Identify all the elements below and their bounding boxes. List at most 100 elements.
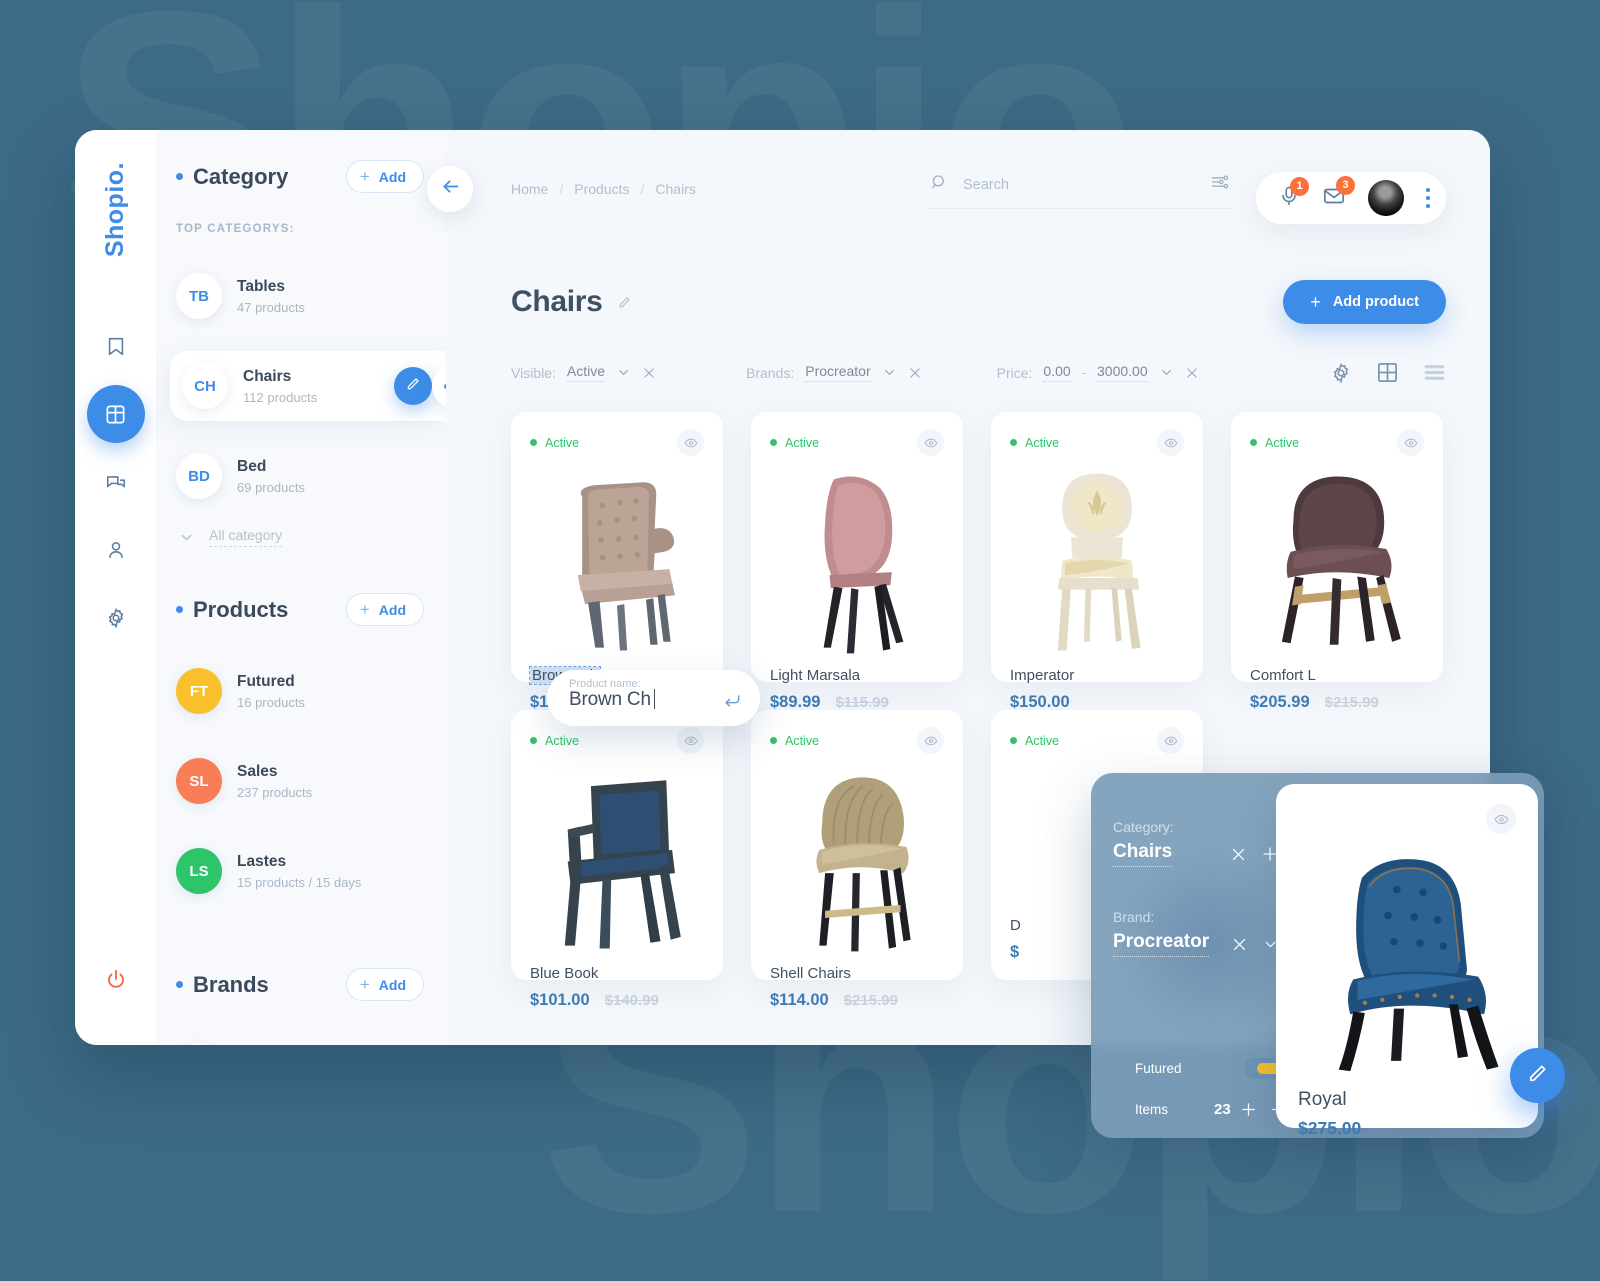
overlay-product-card[interactable]: Royal $275.00 xyxy=(1276,784,1565,1138)
add-product-group-button[interactable]: + Add xyxy=(345,593,424,626)
filter-visible-value[interactable]: Active xyxy=(566,363,606,382)
products-item-futured[interactable]: FT Futured 16 products xyxy=(156,656,446,726)
remove-category-icon[interactable] xyxy=(1230,846,1247,863)
breadcrumb-chairs[interactable]: Chairs xyxy=(655,181,695,197)
enter-key-icon[interactable] xyxy=(722,691,742,711)
filter-price-min[interactable]: 0.00 xyxy=(1043,363,1071,382)
category-item-count: 47 products xyxy=(237,299,305,315)
preview-button[interactable] xyxy=(917,429,944,456)
view-settings-icon[interactable] xyxy=(1330,362,1352,384)
grid-view-icon[interactable] xyxy=(1376,361,1399,384)
preview-button[interactable] xyxy=(1157,429,1184,456)
product-price: $ xyxy=(1010,943,1020,961)
all-category-toggle[interactable]: All category xyxy=(156,527,446,547)
mail-button[interactable]: 3 xyxy=(1322,175,1355,213)
edit-category-button[interactable] xyxy=(394,367,432,405)
products-title-text: Products xyxy=(193,596,289,622)
increment-items-icon[interactable] xyxy=(1240,1101,1257,1118)
add-category-button[interactable]: + Add xyxy=(345,160,424,193)
status-badge: Active xyxy=(770,734,819,748)
remove-brand-icon[interactable] xyxy=(1231,936,1248,953)
product-old-price: $215.99 xyxy=(1324,694,1379,711)
add-brand-button[interactable]: + Add xyxy=(345,968,424,1001)
brands-item-procreator[interactable]: PR Procreator 94 products xyxy=(156,1031,446,1045)
chevron-down-icon[interactable] xyxy=(1159,365,1174,380)
product-price: $205.99 xyxy=(1250,693,1310,711)
category-item-count: 112 products xyxy=(243,389,318,405)
clear-brands-filter-icon[interactable] xyxy=(908,366,922,380)
price-row: $275.00 xyxy=(1298,1118,1516,1139)
filter-price-max[interactable]: 3000.00 xyxy=(1097,363,1148,382)
product-name-editor[interactable]: Product name: Brown Ch xyxy=(547,670,760,726)
product-card[interactable]: Active xyxy=(751,412,963,711)
category-initials: CH xyxy=(182,363,228,409)
rail-item-dashboard[interactable] xyxy=(86,385,145,444)
rail-item-settings[interactable] xyxy=(87,589,145,647)
search-input[interactable] xyxy=(963,176,1196,193)
status-badge: Active xyxy=(530,436,579,450)
pencil-icon xyxy=(1526,1062,1549,1090)
product-name[interactable]: Shell Chairs xyxy=(770,965,944,982)
preview-button[interactable] xyxy=(677,429,704,456)
category-item-chairs[interactable]: CH Chairs 112 products xyxy=(170,351,446,421)
add-product-button[interactable]: + Add product xyxy=(1283,280,1446,324)
rail-item-logout[interactable] xyxy=(87,951,145,1009)
status-badge: Active xyxy=(1010,734,1059,748)
product-card[interactable]: Active xyxy=(991,412,1203,711)
product-name[interactable]: Blue Book xyxy=(530,965,704,982)
chevron-down-icon[interactable] xyxy=(616,365,631,380)
preview-button[interactable] xyxy=(1157,727,1184,754)
product-card[interactable]: Active xyxy=(511,412,723,711)
breadcrumb-home[interactable]: Home xyxy=(511,181,548,197)
search-bar[interactable] xyxy=(930,172,1230,209)
edit-title-icon[interactable] xyxy=(617,295,632,310)
rail-item-profile[interactable] xyxy=(87,521,145,579)
product-card[interactable]: Active xyxy=(511,710,723,1009)
brand-logo: Shopio. xyxy=(101,162,129,258)
product-name[interactable]: Imperator xyxy=(1010,667,1184,684)
chevron-down-icon[interactable] xyxy=(882,365,897,380)
plus-icon: + xyxy=(359,975,370,994)
products-item-sales[interactable]: SL Sales 237 products xyxy=(156,746,446,816)
product-group-initials: SL xyxy=(176,758,222,804)
rail-item-bookmark[interactable] xyxy=(87,317,145,375)
avatar[interactable] xyxy=(1368,180,1404,216)
collapse-sidebar-button[interactable] xyxy=(427,166,473,212)
mic-button[interactable]: 1 xyxy=(1278,176,1309,212)
clear-price-filter-icon[interactable] xyxy=(1185,366,1199,380)
category-item-bed[interactable]: BD Bed 69 products xyxy=(156,441,446,511)
category-more-button[interactable] xyxy=(432,364,446,408)
overlay-brand-value[interactable]: Procreator xyxy=(1113,931,1210,957)
breadcrumb-products[interactable]: Products xyxy=(574,181,629,197)
products-item-lastes[interactable]: LS Lastes 15 products / 15 days xyxy=(156,836,446,906)
category-item-tables[interactable]: TB Tables 47 products xyxy=(156,261,446,331)
list-view-icon[interactable] xyxy=(1423,361,1446,384)
edit-product-button[interactable] xyxy=(1510,1048,1565,1103)
dot-icon xyxy=(1426,196,1430,200)
category-item-name: Bed xyxy=(237,458,267,476)
products-title: Products xyxy=(176,597,288,623)
clear-visible-filter-icon[interactable] xyxy=(642,366,656,380)
product-name[interactable]: Light Marsala xyxy=(770,667,944,684)
overlay-category-value[interactable]: Chairs xyxy=(1113,841,1173,867)
filter-price-label: Price: xyxy=(996,364,1033,381)
product-name[interactable]: Comfort L xyxy=(1250,667,1424,684)
filter-brands-value[interactable]: Procreator xyxy=(805,363,871,382)
filter-sliders-icon[interactable] xyxy=(1210,172,1230,197)
plus-icon: + xyxy=(359,600,370,619)
product-price: $114.00 xyxy=(770,991,829,1009)
product-card[interactable]: Active xyxy=(751,710,963,1009)
preview-button[interactable] xyxy=(1397,429,1424,456)
product-price: $275.00 xyxy=(1298,1118,1362,1139)
preview-button[interactable] xyxy=(917,727,944,754)
product-name[interactable]: Royal xyxy=(1298,1089,1516,1111)
product-name-editor-value-wrap[interactable]: Brown Ch xyxy=(569,689,656,711)
status-label: Active xyxy=(1025,733,1060,748)
user-menu-button[interactable] xyxy=(1426,188,1430,208)
product-group-count: 237 products xyxy=(237,784,313,800)
rail-item-messages[interactable] xyxy=(87,453,145,511)
brand-initials: PR xyxy=(176,1043,222,1045)
preview-button[interactable] xyxy=(677,727,704,754)
product-card[interactable]: Active xyxy=(1231,412,1443,711)
preview-button[interactable] xyxy=(1486,804,1516,834)
